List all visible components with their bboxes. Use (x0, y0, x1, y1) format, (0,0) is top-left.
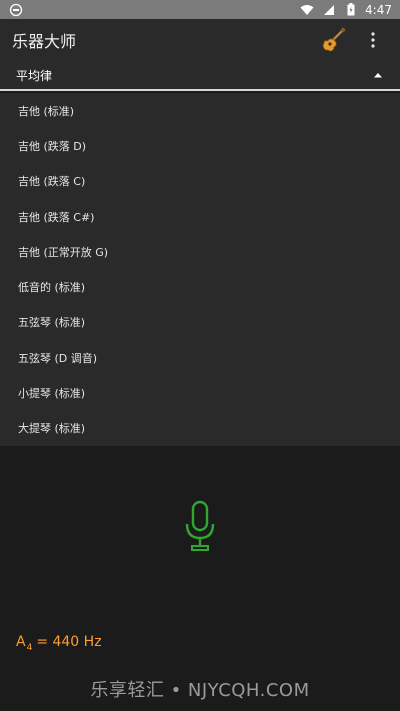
more-vert-icon[interactable] (358, 25, 388, 55)
tuning-list: 吉他 (标准) 吉他 (跌落 D) 吉他 (跌落 C) 吉他 (跌落 C#) 吉… (0, 93, 400, 446)
notification-icon (8, 3, 24, 16)
tuning-item-cello-standard[interactable]: 大提琴 (标准) (0, 411, 400, 446)
microphone-icon[interactable] (182, 500, 218, 556)
app-title: 乐器大师 (12, 32, 77, 51)
app-toolbar: 乐器大师 (0, 19, 400, 61)
tuning-item-violin-standard[interactable]: 小提琴 (标准) (0, 375, 400, 410)
temperament-selected: 平均律 (16, 68, 53, 83)
battery-icon (343, 3, 359, 16)
status-bar: 4:47 (0, 0, 400, 19)
tuning-item-banjo-d[interactable]: 五弦琴 (D 调音) (0, 340, 400, 375)
guitar-icon[interactable] (318, 25, 348, 55)
tuning-item-guitar-drop-c-sharp[interactable]: 吉他 (跌落 C#) (0, 199, 400, 234)
reference-note: A (16, 634, 26, 650)
wifi-icon (299, 4, 315, 16)
status-time: 4:47 (365, 2, 392, 17)
reference-value: = 440 Hz (36, 634, 102, 650)
tuning-item-guitar-drop-d[interactable]: 吉他 (跌落 D) (0, 128, 400, 163)
signal-icon (321, 4, 337, 16)
tuner-area (0, 446, 400, 711)
tuning-item-guitar-standard[interactable]: 吉他 (标准) (0, 93, 400, 128)
caret-up-icon (372, 69, 384, 81)
tuning-item-banjo-standard[interactable]: 五弦琴 (标准) (0, 305, 400, 340)
reference-octave: 4 (26, 643, 33, 653)
tuning-item-bass-standard[interactable]: 低音的 (标准) (0, 269, 400, 304)
temperament-dropdown[interactable]: 平均律 (0, 61, 400, 91)
tuning-item-guitar-drop-c[interactable]: 吉他 (跌落 C) (0, 164, 400, 199)
tuning-item-guitar-open-g[interactable]: 吉他 (正常开放 G) (0, 234, 400, 269)
reference-frequency[interactable]: A4 = 440 Hz (16, 634, 102, 653)
watermark-text: 乐享轻汇 • NJYCQH.COM (90, 680, 310, 701)
